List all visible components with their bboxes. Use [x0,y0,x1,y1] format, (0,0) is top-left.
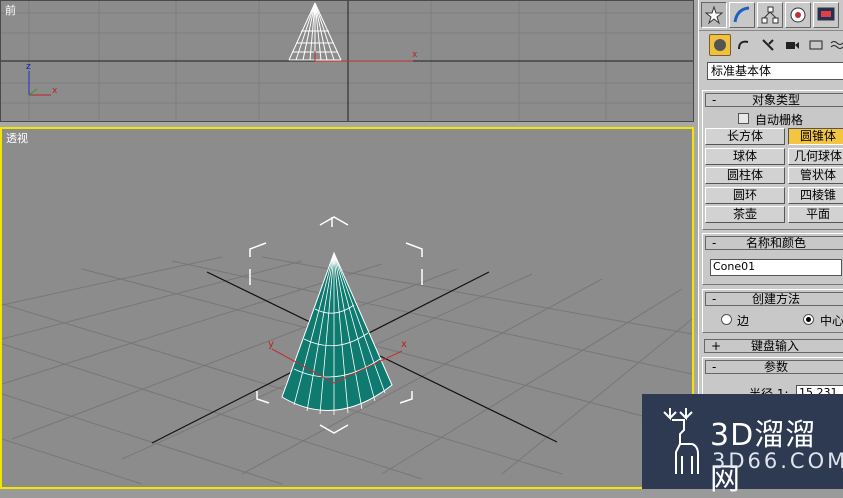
helpers-icon [809,40,823,50]
sphere-button[interactable]: 球体 [705,148,785,165]
name-color-title: 名称和颜色 [745,236,806,250]
motion-tab[interactable] [785,2,811,28]
creation-method-header[interactable]: - 创建方法 [705,292,843,306]
name-color-collapse-sign: - [712,236,717,250]
shapes-subtab[interactable] [733,34,755,56]
perspective-viewport[interactable]: y x 透视 [0,127,694,489]
spacewarps-icon [830,41,843,49]
edge-radio[interactable] [721,314,732,325]
perspective-viewport-label[interactable]: 透视 [6,130,28,146]
name-color-header[interactable]: - 名称和颜色 [705,236,843,250]
torus-button[interactable]: 圆环 [705,187,785,204]
autogrid-label: 自动栅格 [755,113,804,127]
geometry-subtab[interactable] [709,34,731,56]
create-tab[interactable] [701,2,727,28]
center-radio-label: 中心 [820,314,843,328]
display-icon [817,7,835,21]
front-viewport-label[interactable]: 前 [5,2,16,18]
cameras-icon [786,42,799,49]
watermark-logo: 3D溜溜网 3D66.COM [642,394,843,497]
box-button[interactable]: 长方体 [705,128,785,145]
cylinder-button[interactable]: 圆柱体 [705,167,785,184]
deer-icon [663,408,699,474]
hierarchy-icon [761,6,779,24]
modify-tab[interactable] [729,2,755,28]
category-dropdown[interactable]: 标准基本体 [707,62,843,80]
geometry-icon [714,39,726,51]
cone-button[interactable]: 圆锥体 [788,128,843,145]
center-radio[interactable] [803,314,814,325]
watermark-subtitle: 3D66.COM [712,449,843,473]
front-axis-x-label: x [52,86,58,96]
parameters-title: 参数 [763,360,788,374]
teapot-button[interactable]: 茶壶 [705,206,785,223]
cameras-subtab[interactable] [781,34,803,56]
spacewarps-subtab[interactable] [827,34,843,56]
tube-button[interactable]: 管状体 [788,167,843,184]
keyboard-entry-header[interactable]: + 键盘输入 [704,339,843,353]
lights-icon [762,39,774,51]
modify-icon [733,6,750,23]
front-viewport[interactable]: x z x 前 [0,0,694,122]
parameters-header[interactable]: - 参数 [705,360,843,374]
object-name-field[interactable]: Cone01 [710,259,842,276]
object-type-title: 对象类型 [751,93,800,107]
motion-icon [790,7,806,23]
persp-gizmo-y-label: y [268,339,274,350]
panel-subtab-row [699,32,843,58]
front-axis-tripod: z x [26,62,58,96]
pyramid-button[interactable]: 四棱锥 [788,187,843,204]
perspective-viewport-canvas: y x [2,216,692,485]
display-tab[interactable] [813,2,839,28]
parameters-collapse-sign: - [712,360,717,374]
lights-subtab[interactable] [757,34,779,56]
plane-button[interactable]: 平面 [788,206,843,223]
keyboard-entry-title: 键盘输入 [750,339,799,353]
object-type-header[interactable]: - 对象类型 [705,93,843,107]
autogrid-checkbox[interactable] [738,113,749,124]
create-icon [704,5,724,25]
persp-gizmo-x-label: x [401,339,407,350]
name-color-rollout: - 名称和颜色 Cone01 [702,233,843,285]
creation-method-rollout: - 创建方法 边 中心 [702,289,843,333]
geosphere-button[interactable]: 几何球体 [788,148,843,165]
creation-method-title: 创建方法 [751,292,800,306]
object-type-rollout: - 对象类型 自动栅格 长方体 圆锥体 球体 几何球体 圆柱体 管状体 圆环 四… [702,90,843,230]
shapes-icon [738,40,749,50]
front-gizmo-x-label: x [412,50,418,60]
object-type-collapse-sign: - [712,93,717,107]
helpers-subtab[interactable] [805,34,827,56]
keyboard-entry-expand-sign: + [711,339,722,353]
front-axis-z-label: z [26,62,31,72]
edge-radio-label: 边 [737,314,750,328]
front-viewport-canvas: x z x [1,1,693,121]
hierarchy-tab[interactable] [757,2,783,28]
creation-method-collapse-sign: - [712,292,717,306]
panel-tab-row [699,0,843,31]
